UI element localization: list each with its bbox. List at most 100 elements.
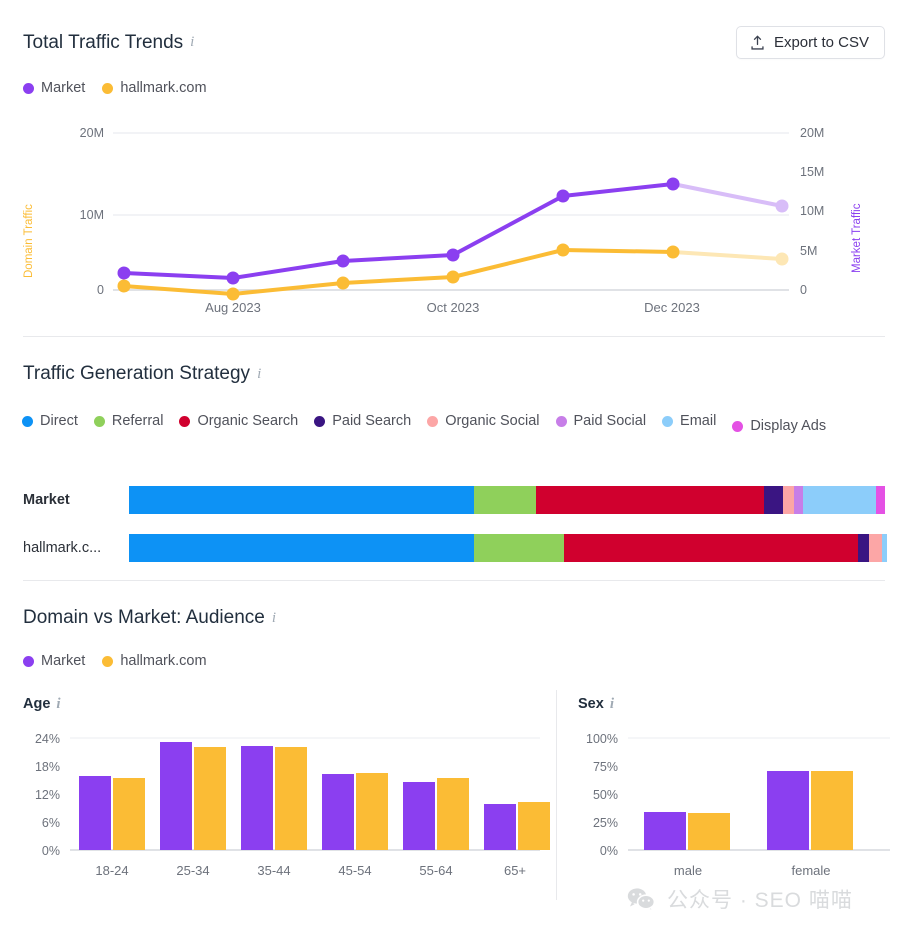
age-bar-hallmark xyxy=(356,773,388,850)
info-icon[interactable]: i xyxy=(272,610,276,626)
audience-legend: Market hallmark.com xyxy=(23,650,224,672)
svg-text:55-64: 55-64 xyxy=(419,863,452,878)
legend-item-display-ads[interactable]: Display Ads xyxy=(732,415,826,437)
svg-text:0: 0 xyxy=(97,283,104,297)
sex-bar-hallmark xyxy=(688,813,730,850)
legend-label: Paid Social xyxy=(573,413,647,429)
bar-segment-paid-social[interactable] xyxy=(794,486,803,514)
legend-dot-icon xyxy=(22,415,33,427)
info-icon[interactable]: i xyxy=(56,696,60,712)
legend-item-market[interactable]: Market xyxy=(23,650,85,672)
svg-text:45-54: 45-54 xyxy=(338,863,371,878)
legend-item-organic-search[interactable]: Organic Search xyxy=(179,410,298,432)
sex-x-ticks: male female xyxy=(674,863,831,878)
bar-row-label: Market xyxy=(23,492,70,508)
bar-segment-paid-search[interactable] xyxy=(858,534,869,562)
svg-text:65+: 65+ xyxy=(504,863,526,878)
legend-item-organic-social[interactable]: Organic Social xyxy=(427,410,540,432)
export-to-csv-button[interactable]: Export to CSV xyxy=(735,26,885,59)
legend-label: Organic Search xyxy=(197,413,299,429)
bar-segment-organic-search[interactable] xyxy=(536,486,764,514)
legend-label: Referral xyxy=(111,413,164,429)
bar-segment-direct[interactable] xyxy=(129,534,474,562)
info-icon[interactable]: i xyxy=(190,35,194,50)
legend-dot-icon xyxy=(555,415,567,427)
sex-chart[interactable]: 100% 75% 50% 25% 0% male female xyxy=(560,726,908,891)
market-data-points xyxy=(117,177,789,285)
age-bar-hallmark xyxy=(275,747,307,850)
age-x-ticks: 18-24 25-34 35-44 45-54 55-64 65+ xyxy=(95,863,526,878)
age-title-text: Age xyxy=(23,696,51,712)
svg-text:35-44: 35-44 xyxy=(257,863,290,878)
bar-segment-display-ads[interactable] xyxy=(876,486,885,514)
legend-item-paid-search[interactable]: Paid Search xyxy=(314,410,411,432)
traffic-strategy-legend: Direct Referral Organic Search Paid Sear… xyxy=(22,405,892,437)
bar-segment-organic-social[interactable] xyxy=(783,486,794,514)
legend-item-paid-social[interactable]: Paid Social xyxy=(555,410,647,432)
export-button-label: Export to CSV xyxy=(773,34,869,51)
x-axis-ticks: Aug 2023 Oct 2023 Dec 2023 xyxy=(205,300,700,315)
traffic-strategy-title: Traffic Generation Strategy i xyxy=(23,363,261,385)
info-icon[interactable]: i xyxy=(257,366,261,382)
svg-text:24%: 24% xyxy=(35,732,60,746)
svg-text:0%: 0% xyxy=(42,844,60,858)
svg-text:0: 0 xyxy=(800,283,807,297)
legend-label: Market xyxy=(41,653,86,669)
svg-text:18%: 18% xyxy=(35,760,60,774)
bar-segment-direct[interactable] xyxy=(129,486,474,514)
bar-segment-email[interactable] xyxy=(882,534,887,562)
bar-segment-paid-search[interactable] xyxy=(764,486,783,514)
svg-text:0%: 0% xyxy=(600,844,618,858)
svg-text:10M: 10M xyxy=(800,204,824,218)
table-row[interactable]: Market xyxy=(23,486,885,514)
legend-item-hallmark[interactable]: hallmark.com xyxy=(102,77,207,99)
age-bar-hallmark xyxy=(113,778,145,850)
age-bar-market xyxy=(241,746,273,850)
upload-icon xyxy=(751,35,764,50)
gridlines xyxy=(113,132,789,291)
legend-item-market[interactable]: Market xyxy=(23,77,85,99)
bar-segment-referral[interactable] xyxy=(474,534,564,562)
legend-dot-icon xyxy=(314,415,326,427)
legend-dot-icon xyxy=(732,420,744,432)
age-bar-market xyxy=(79,776,111,850)
legend-dot-icon xyxy=(23,655,34,667)
legend-item-hallmark[interactable]: hallmark.com xyxy=(102,650,207,672)
svg-text:18-24: 18-24 xyxy=(95,863,128,878)
age-y-ticks: 24% 18% 12% 6% 0% xyxy=(35,732,60,858)
legend-label: Email xyxy=(680,413,717,429)
svg-text:10M: 10M xyxy=(80,208,104,222)
left-axis-ticks: 20M 10M 0 xyxy=(80,126,104,297)
bar-segment-email[interactable] xyxy=(803,486,876,514)
bar-segment-organic-search[interactable] xyxy=(564,534,858,562)
right-axis-title: Market Traffic xyxy=(851,203,863,273)
stacked-bar-track xyxy=(129,534,887,562)
legend-dot-icon xyxy=(179,415,191,427)
legend-item-direct[interactable]: Direct xyxy=(22,410,78,432)
table-row[interactable]: hallmark.c... xyxy=(23,534,887,562)
sex-bar-market xyxy=(644,812,686,850)
bar-row-label: hallmark.c... xyxy=(23,540,102,556)
legend-item-referral[interactable]: Referral xyxy=(93,410,164,432)
legend-item-email[interactable]: Email xyxy=(662,410,716,432)
legend-dot-icon xyxy=(427,415,439,427)
info-icon[interactable]: i xyxy=(610,696,614,712)
legend-dot-icon xyxy=(102,655,114,667)
sex-bar-market xyxy=(767,771,809,850)
legend-dot-icon xyxy=(102,82,114,94)
legend-dot-icon xyxy=(662,415,674,427)
vertical-divider xyxy=(556,690,557,900)
svg-text:female: female xyxy=(791,863,830,878)
svg-text:25%: 25% xyxy=(593,816,618,830)
left-axis-title: Domain Traffic xyxy=(23,204,35,278)
bar-segment-organic-social[interactable] xyxy=(869,534,882,562)
total-traffic-trends-chart[interactable]: 20M 10M 0 20M 15M 10M 5M 0 Domain Traffi… xyxy=(0,118,908,318)
sex-bar-hallmark xyxy=(811,771,853,850)
page-title-text: Total Traffic Trends xyxy=(23,31,184,53)
bar-segment-referral[interactable] xyxy=(474,486,536,514)
age-chart-svg: 24% 18% 12% 6% 0% 18-24 25-34 35-44 45-5… xyxy=(35,732,550,878)
sex-title-text: Sex xyxy=(578,696,604,712)
svg-text:25-34: 25-34 xyxy=(176,863,209,878)
age-chart[interactable]: 24% 18% 12% 6% 0% 18-24 25-34 35-44 45-5… xyxy=(0,726,556,891)
legend-label: Direct xyxy=(40,413,78,429)
